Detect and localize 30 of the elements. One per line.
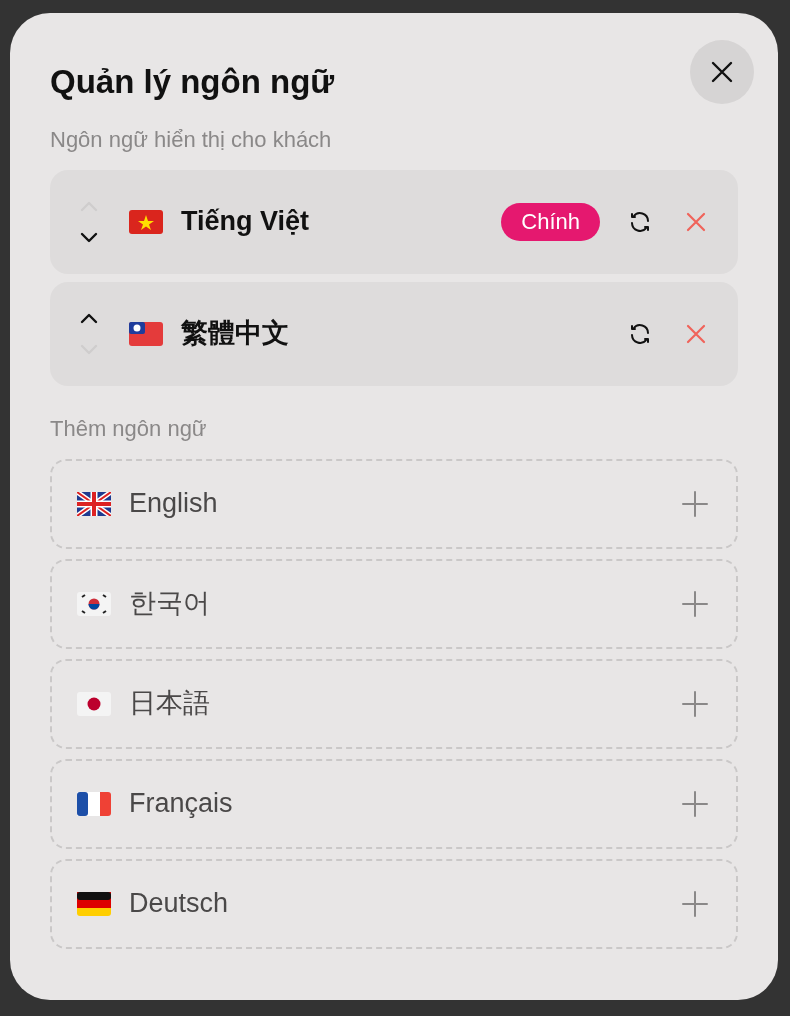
close-icon [686,323,706,344]
section-label: Thêm ngôn ngữ [50,414,208,443]
plus-icon [682,590,708,617]
flag-icon [129,321,163,346]
chevron-down-icon [79,231,99,244]
language-name: 繁體中文 [181,317,289,351]
refresh-icon [628,209,652,234]
dialog-title: Quản lý ngôn ngữ [50,62,335,102]
primary-badge: Chính [501,202,600,241]
plus-icon [682,890,708,917]
flag-icon [77,791,111,816]
close-icon [686,211,706,232]
chevron-up-icon [79,311,99,324]
language-name: Tiếng Việt [181,205,310,239]
add-language-button[interactable]: Français [50,758,738,849]
refresh-icon [628,321,652,346]
flag-icon [77,591,111,616]
add-language-button[interactable]: 日本語 [50,658,738,749]
flag-icon [77,891,111,916]
plus-icon [682,690,708,717]
flag-icon [77,691,111,716]
plus-icon [682,790,708,817]
add-language-button[interactable]: English [50,458,738,549]
add-language-button[interactable]: Deutsch [50,858,738,949]
flag-icon [77,491,111,516]
plus-icon [682,490,708,517]
close-icon [711,60,733,83]
add-language-button[interactable]: 한국어 [50,558,738,649]
section-label: Ngôn ngữ hiển thị cho khách [50,125,333,154]
flag-icon [129,209,163,234]
